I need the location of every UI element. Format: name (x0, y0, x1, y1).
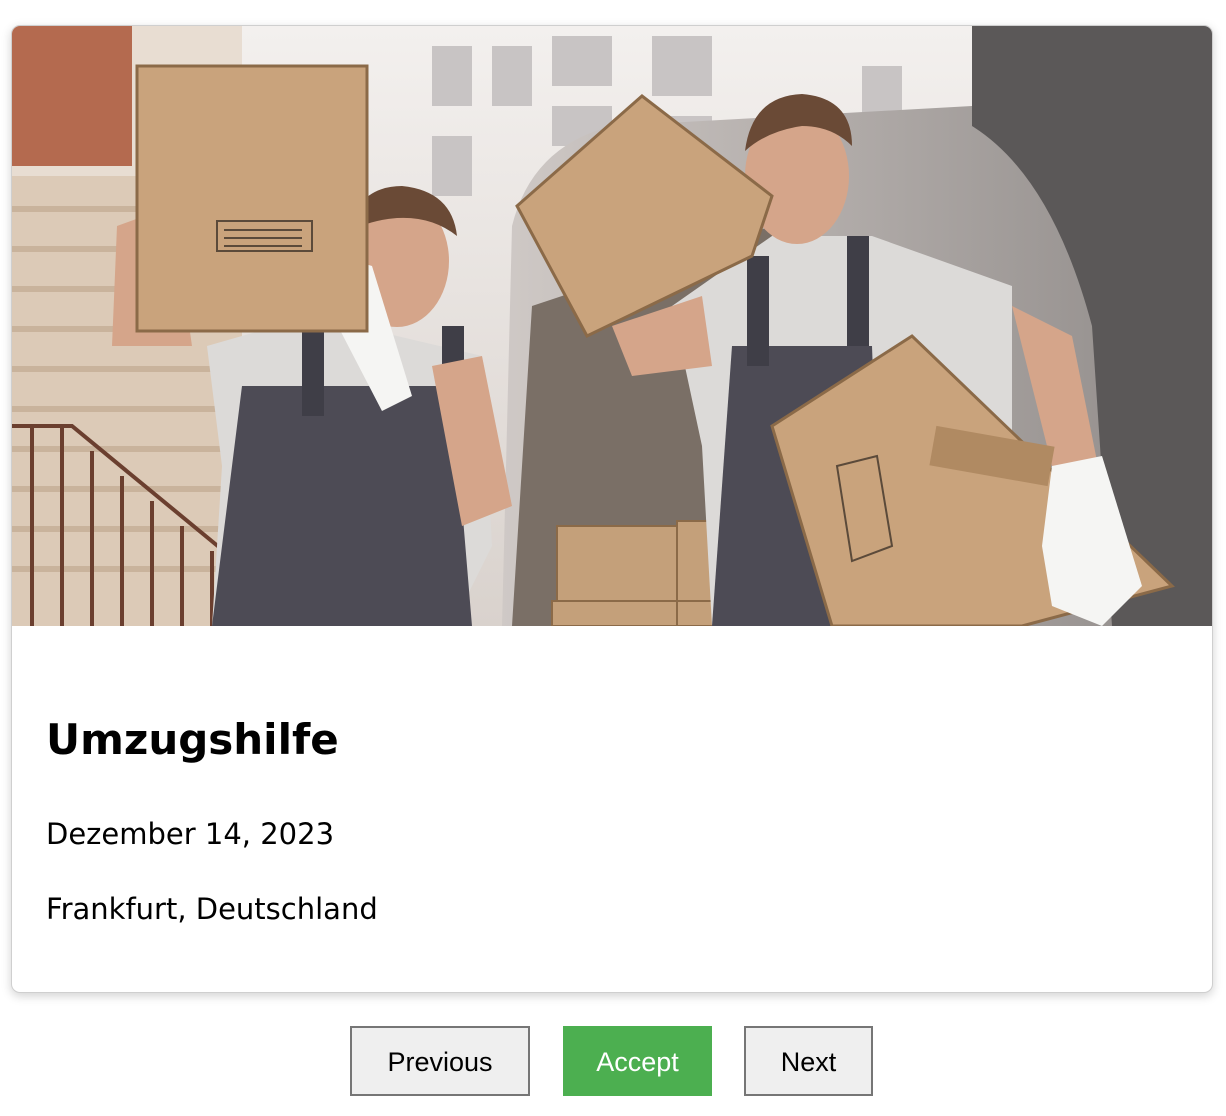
action-bar: Previous Accept Next (0, 1026, 1226, 1098)
listing-card: Umzugshilfe Dezember 14, 2023 Frankfurt,… (11, 25, 1213, 993)
next-button[interactable]: Next (744, 1026, 873, 1096)
previous-button[interactable]: Previous (350, 1026, 530, 1096)
hero-image (12, 26, 1212, 626)
listing-title: Umzugshilfe (46, 715, 339, 764)
listing-location: Frankfurt, Deutschland (46, 892, 378, 926)
listing-date: Dezember 14, 2023 (46, 817, 335, 851)
accept-button[interactable]: Accept (563, 1026, 712, 1096)
